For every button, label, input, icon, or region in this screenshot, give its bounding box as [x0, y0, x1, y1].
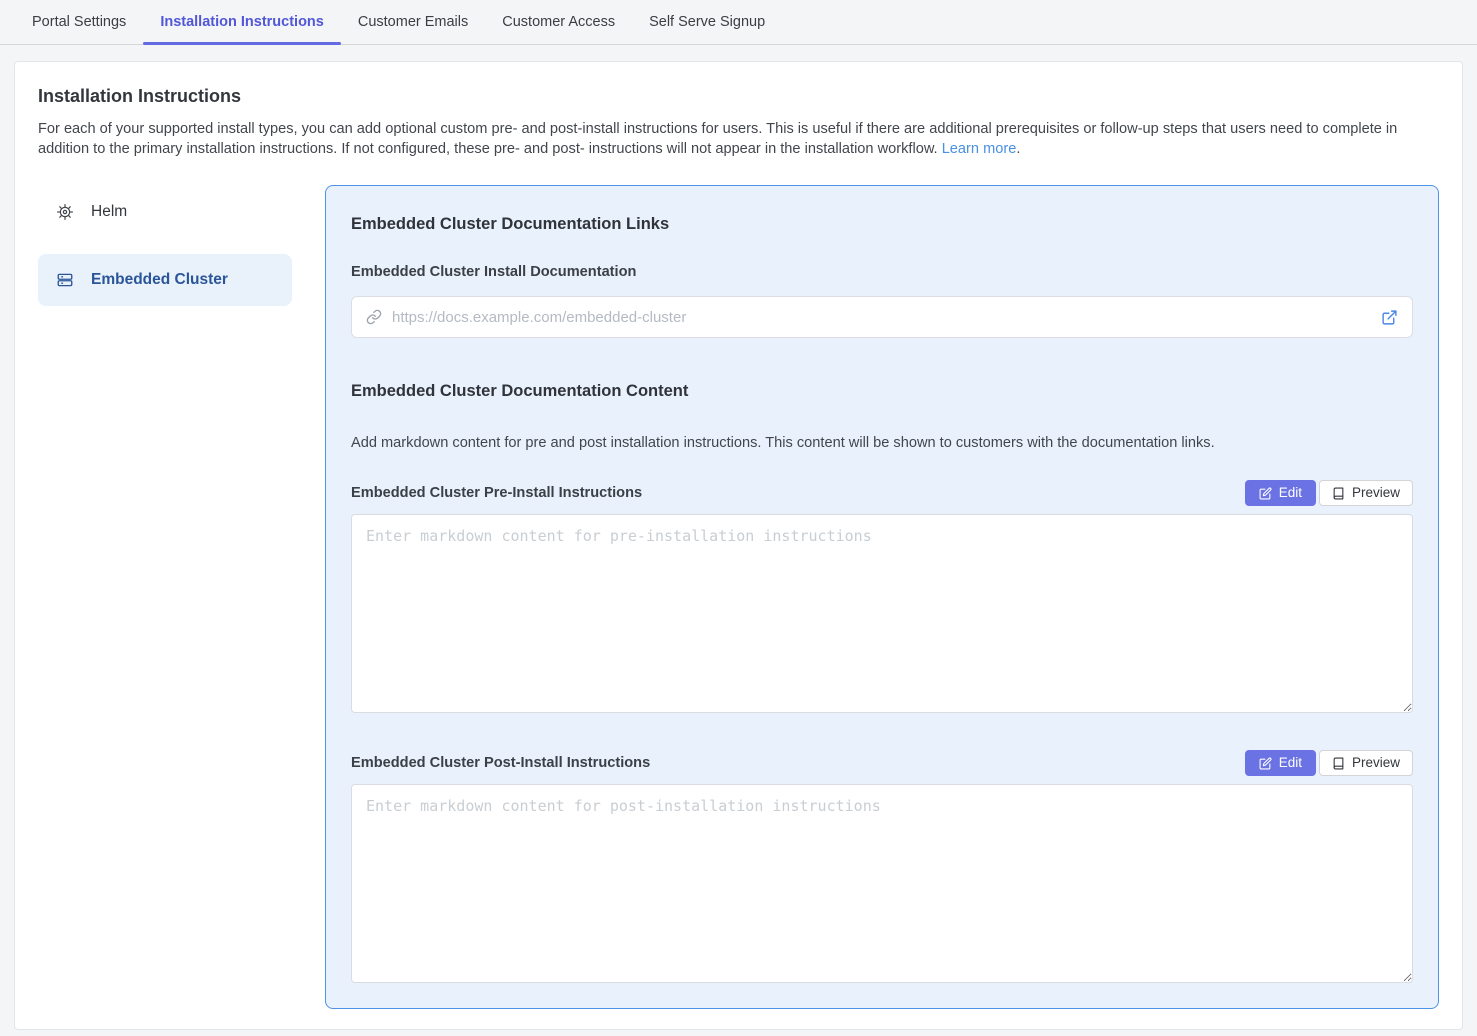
- post-install-preview-button[interactable]: Preview: [1319, 750, 1413, 776]
- pre-install-mode-toggle: Edit Preview: [1245, 480, 1413, 506]
- install-documentation-url-field: [351, 296, 1413, 338]
- install-type-sidebar: Helm Embedded Cluster: [38, 185, 292, 322]
- tab-customer-emails[interactable]: Customer Emails: [341, 0, 485, 44]
- post-install-edit-button[interactable]: Edit: [1245, 750, 1316, 776]
- documentation-content-description: Add markdown content for pre and post in…: [351, 434, 1413, 453]
- page-title: Installation Instructions: [38, 86, 1439, 107]
- pencil-square-icon: [1259, 487, 1272, 500]
- tab-self-serve-signup[interactable]: Self Serve Signup: [632, 0, 782, 44]
- post-install-label: Embedded Cluster Post-Install Instructio…: [351, 755, 650, 771]
- embedded-cluster-panel: Embedded Cluster Documentation Links Emb…: [325, 185, 1439, 1009]
- post-install-markdown-textarea[interactable]: [351, 784, 1413, 983]
- content-row: Helm Embedded Cluster Embedded Cluster D…: [38, 185, 1439, 1009]
- learn-more-link[interactable]: Learn more: [942, 141, 1017, 157]
- pre-install-preview-button[interactable]: Preview: [1319, 480, 1413, 506]
- sidebar-item-helm[interactable]: Helm: [38, 186, 292, 238]
- settings-tabbar: Portal Settings Installation Instruction…: [0, 0, 1477, 45]
- install-documentation-label: Embedded Cluster Install Documentation: [351, 264, 1413, 280]
- pencil-square-icon: [1259, 757, 1272, 770]
- pre-install-edit-button[interactable]: Edit: [1245, 480, 1316, 506]
- install-documentation-url-input[interactable]: [392, 309, 1371, 326]
- server-stack-icon: [56, 271, 74, 289]
- page-description-text: For each of your supported install types…: [38, 121, 1397, 157]
- tab-portal-settings[interactable]: Portal Settings: [15, 0, 143, 44]
- book-icon: [1332, 757, 1345, 770]
- edit-button-label: Edit: [1279, 756, 1302, 770]
- preview-button-label: Preview: [1352, 756, 1400, 770]
- post-install-field-head: Embedded Cluster Post-Install Instructio…: [351, 750, 1413, 776]
- sidebar-item-label: Helm: [91, 203, 127, 221]
- tab-installation-instructions[interactable]: Installation Instructions: [143, 0, 341, 44]
- documentation-links-heading: Embedded Cluster Documentation Links: [351, 215, 1413, 234]
- pre-install-label: Embedded Cluster Pre-Install Instruction…: [351, 485, 642, 501]
- book-icon: [1332, 487, 1345, 500]
- post-install-mode-toggle: Edit Preview: [1245, 750, 1413, 776]
- documentation-content-heading: Embedded Cluster Documentation Content: [351, 382, 1413, 401]
- helm-wheel-icon: [56, 203, 74, 221]
- external-link-icon[interactable]: [1381, 309, 1398, 326]
- page-description-suffix: .: [1016, 141, 1020, 157]
- link-icon: [366, 309, 382, 325]
- edit-button-label: Edit: [1279, 486, 1302, 500]
- preview-button-label: Preview: [1352, 486, 1400, 500]
- page-description: For each of your supported install types…: [38, 119, 1439, 159]
- pre-install-markdown-textarea[interactable]: [351, 514, 1413, 713]
- tab-customer-access[interactable]: Customer Access: [485, 0, 632, 44]
- sidebar-item-label: Embedded Cluster: [91, 271, 228, 289]
- pre-install-field-head: Embedded Cluster Pre-Install Instruction…: [351, 480, 1413, 506]
- sidebar-item-embedded-cluster[interactable]: Embedded Cluster: [38, 254, 292, 306]
- installation-instructions-card: Installation Instructions For each of yo…: [14, 61, 1463, 1030]
